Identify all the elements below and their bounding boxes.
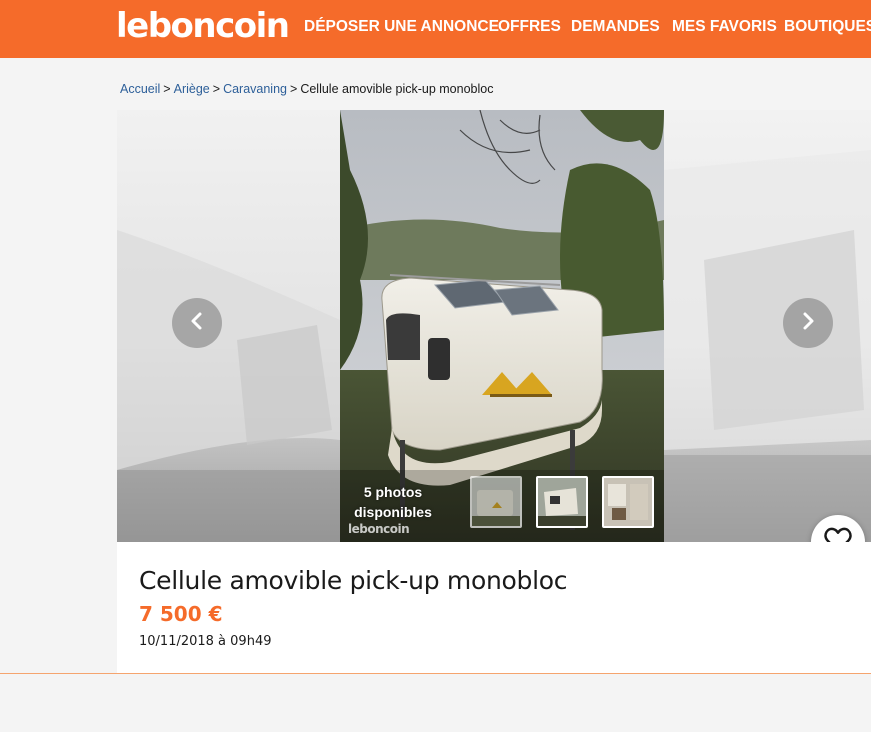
breadcrumb-caravaning[interactable]: Caravaning (223, 82, 287, 96)
breadcrumb-accueil[interactable]: Accueil (120, 82, 160, 96)
nav-deposer-annonce[interactable]: DÉPOSER UNE ANNONCE (304, 18, 499, 36)
ad-info-card: Cellule amovible pick-up monobloc 7 500 … (117, 542, 871, 673)
leboncoin-watermark: leboncoin (348, 522, 410, 536)
chevron-right-icon (798, 311, 818, 336)
photos-count: 5 photos disponibles (353, 482, 433, 522)
ad-price: 7 500 € (139, 602, 223, 626)
nav-demandes[interactable]: DEMANDES (571, 18, 660, 36)
breadcrumb-ariege[interactable]: Ariège (174, 82, 210, 96)
leboncoin-logo[interactable]: leboncoin (116, 6, 290, 46)
thumbnail-2[interactable] (536, 476, 588, 528)
next-photo-button[interactable] (783, 298, 833, 348)
photos-count-number: 5 photos (363, 484, 423, 500)
nav-offres[interactable]: OFFRES (498, 18, 561, 36)
ad-title: Cellule amovible pick-up monobloc (139, 566, 568, 595)
thumbnail-3[interactable] (602, 476, 654, 528)
nav-boutiques[interactable]: BOUTIQUES (784, 18, 871, 36)
top-header: leboncoin DÉPOSER UNE ANNONCE OFFRES DEM… (0, 0, 871, 58)
photo-gallery: 5 photos disponibles leboncoin (117, 110, 871, 542)
breadcrumb: Accueil > Ariège > Caravaning > Cellule amovib… (120, 82, 493, 96)
previous-photo-preview (117, 110, 340, 542)
chevron-left-icon (187, 311, 207, 336)
photos-count-label: disponibles (354, 504, 432, 520)
breadcrumb-separator: > (212, 82, 221, 96)
breadcrumb-separator: > (163, 82, 171, 96)
section-divider (0, 673, 871, 674)
thumbnail-1[interactable] (470, 476, 522, 528)
next-photo-preview (664, 110, 871, 542)
nav-mes-favoris[interactable]: MES FAVORIS (672, 18, 777, 36)
ad-date: 10/11/2018 à 09h49 (139, 634, 272, 649)
breadcrumb-current: Cellule amovible pick-up monobloc (300, 82, 494, 96)
breadcrumb-separator: > (290, 82, 298, 96)
previous-photo-button[interactable] (172, 298, 222, 348)
